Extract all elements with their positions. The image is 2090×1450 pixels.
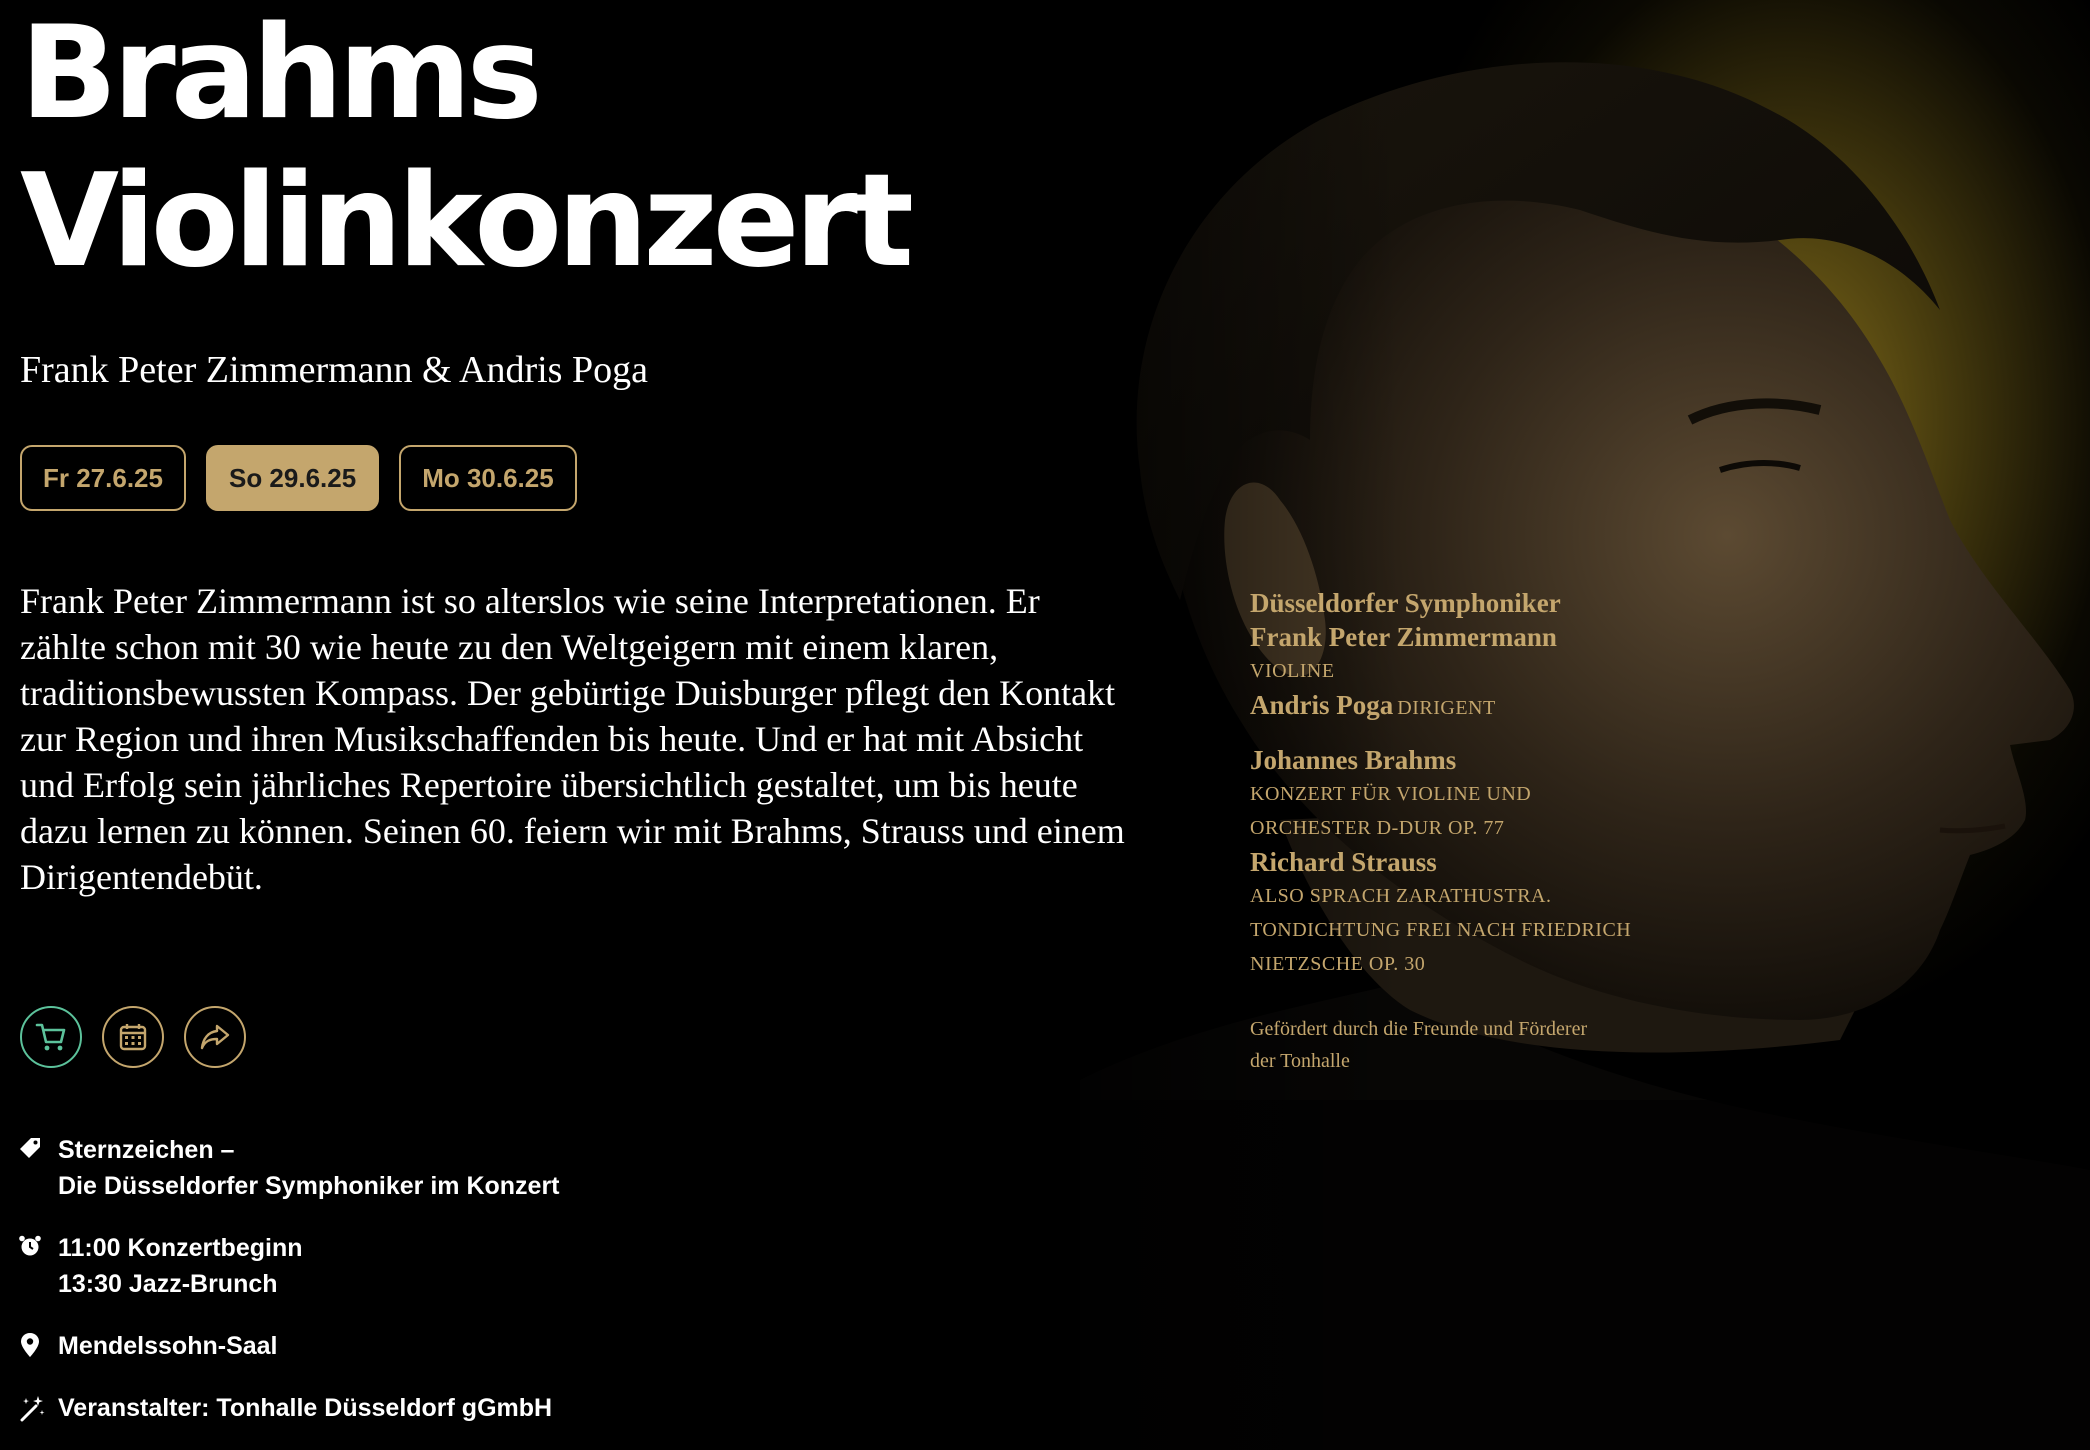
program-credits: Düsseldorfer Symphoniker Frank Peter Zim… bbox=[1250, 586, 1670, 1077]
magic-wand-icon bbox=[18, 1390, 58, 1427]
work-1-line-2: ORCHESTER D-DUR OP. 77 bbox=[1250, 817, 1505, 839]
credits-spacer bbox=[1250, 725, 1670, 743]
composer-1-name: Johannes Brahms bbox=[1250, 745, 1457, 775]
sponsor-note: Gefördert durch die Freunde und Förderer… bbox=[1250, 1013, 1670, 1077]
add-to-calendar-button[interactable] bbox=[102, 1006, 164, 1068]
series-line-1: Sternzeichen – bbox=[58, 1136, 235, 1164]
event-description: Frank Peter Zimmermann ist so alterslos … bbox=[20, 581, 1125, 897]
venue-info: Mendelssohn-Saal bbox=[18, 1328, 718, 1364]
date-button-mo-30-6-25[interactable]: Mo 30.6.25 bbox=[399, 445, 577, 511]
calendar-icon bbox=[119, 1024, 147, 1051]
page-title: Brahms Violinkonzert bbox=[20, 0, 914, 296]
location-pin-icon bbox=[18, 1328, 58, 1364]
composer-2-name: Richard Strauss bbox=[1250, 847, 1437, 877]
conductor-name: Andris Poga bbox=[1250, 690, 1394, 720]
cart-icon bbox=[35, 1023, 66, 1051]
brunch-time: 13:30 Jazz-Brunch bbox=[58, 1270, 278, 1298]
performers-subtitle: Frank Peter Zimmermann & Andris Poga bbox=[20, 349, 648, 391]
venue-name: Mendelssohn-Saal bbox=[58, 1332, 278, 1360]
share-icon bbox=[200, 1024, 230, 1050]
series-line-2: Die Düsseldorfer Symphoniker im Konzert bbox=[58, 1172, 560, 1200]
organizer-name: Veranstalter: Tonhalle Düsseldorf gGmbH bbox=[58, 1394, 553, 1422]
start-time: 11:00 Konzertbeginn bbox=[58, 1234, 303, 1262]
buy-tickets-button[interactable] bbox=[20, 1006, 82, 1068]
share-button[interactable] bbox=[184, 1006, 246, 1068]
orchestra-name: Düsseldorfer Symphoniker bbox=[1250, 588, 1561, 618]
date-button-fr-27-6-25[interactable]: Fr 27.6.25 bbox=[20, 445, 186, 511]
title-line-2: Violinkonzert bbox=[20, 147, 914, 296]
time-info: 11:00 Konzertbeginn 13:30 Jazz-Brunch bbox=[18, 1230, 718, 1302]
credits-spacer bbox=[1250, 981, 1670, 999]
sponsor-line-1: Gefördert durch die Freunde und Förderer bbox=[1250, 1018, 1588, 1040]
action-buttons bbox=[20, 1006, 246, 1068]
work-1-line-1: KONZERT FÜR VIOLINE UND bbox=[1250, 783, 1532, 805]
work-2-line-1: ALSO SPRACH ZARATHUSTRA. bbox=[1250, 885, 1552, 907]
title-line-1: Brahms bbox=[20, 0, 543, 148]
date-selector: Fr 27.6.25 So 29.6.25 Mo 30.6.25 bbox=[20, 445, 577, 511]
soloist-role: VIOLINE bbox=[1250, 660, 1335, 682]
date-button-so-29-6-25[interactable]: So 29.6.25 bbox=[205, 445, 380, 511]
organizer-info: Veranstalter: Tonhalle Düsseldorf gGmbH bbox=[18, 1390, 718, 1427]
sponsor-line-2: der Tonhalle bbox=[1250, 1050, 1350, 1072]
work-2-line-3: NIETZSCHE OP. 30 bbox=[1250, 953, 1426, 975]
work-2-line-2: TONDICHTUNG FREI NACH FRIEDRICH bbox=[1250, 919, 1632, 941]
conductor-role: DIRIGENT bbox=[1397, 697, 1496, 719]
alarm-clock-icon bbox=[18, 1230, 58, 1302]
soloist-name: Frank Peter Zimmermann bbox=[1250, 622, 1557, 652]
tag-icon bbox=[18, 1132, 58, 1204]
event-content: Brahms Violinkonzert Frank Peter Zimmerm… bbox=[0, 0, 1150, 1450]
series-info: Sternzeichen – Die Düsseldorfer Symphoni… bbox=[18, 1132, 718, 1204]
